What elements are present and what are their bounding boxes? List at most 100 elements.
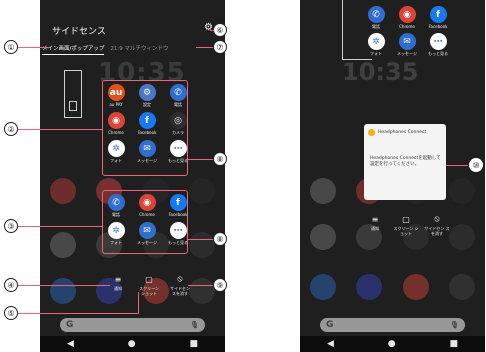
app-shortcut[interactable]: au au PAY [104,84,128,107]
mic-icon[interactable]: 🎙 [190,321,199,329]
back-icon[interactable]: ◀ [67,339,74,349]
phone-icon: ✆ [367,6,385,23]
app-label: もっと見る [168,158,188,163]
more-icon: ⋯ [429,33,447,50]
app-shortcut[interactable]: ◉ Chrome [395,6,419,29]
app-shortcut[interactable]: ✆ 電話 [364,6,388,29]
app-shortcut[interactable]: ✉ メッセージ [135,222,159,245]
quick-action-label: スクリーン ショット [393,226,419,236]
facebook-icon: f [138,112,156,129]
home-icon[interactable]: ● [388,339,396,349]
app-shortcut[interactable]: ✉ メッセージ [135,140,159,163]
recents-icon[interactable]: ■ [450,339,459,349]
app-label: Chrome [399,24,415,29]
app-grid-right: ✆ 電話 ◉ Chrome f Facebook ✲ フォト ✉ メッセージ ⋯ もっと見る [364,6,450,56]
quick-action[interactable]: ⦸ サイドセン スを消す [167,272,193,296]
callout-line [18,47,48,49]
app-shortcut[interactable]: ✲ フォト [104,140,128,163]
search-bar[interactable]: G 🎙 [320,318,465,332]
app-label: メッセージ [397,51,417,56]
headphones-connect-popup[interactable]: Headphones Connect Headphones Connectを起動… [364,124,446,200]
recents-icon[interactable]: ■ [190,339,199,349]
app-shortcut[interactable]: f Facebook [166,194,190,217]
mic-icon[interactable]: 🎙 [450,321,459,329]
callout-line [188,239,213,241]
chrome-icon: ◉ [398,6,416,23]
bg-app-icon [402,274,429,300]
callout-line [196,47,213,49]
phone-screen-right: 10:35 ✆ 電話 ◉ Chrome f Facebook ✲ フォト ✉ メッセージ ⋯ もっと見… [300,0,485,352]
app-shortcut[interactable]: ⋯ もっと見る [166,222,190,245]
home-icon[interactable]: ● [128,339,136,349]
app-shortcut[interactable]: ✲ フォト [104,222,128,245]
back-icon[interactable]: ◀ [327,339,334,349]
sidesense-title: サイドセンス [52,27,106,37]
nav-bar: ◀ ● ■ [40,336,225,352]
position-preview[interactable] [64,70,82,118]
bg-app-icon [50,278,77,304]
app-shortcut[interactable]: ✲ フォト [364,33,388,56]
settings-icon: ⚙ [138,84,156,101]
bg-app-icon [310,274,337,300]
app-shortcut[interactable]: f Facebook [426,6,450,29]
bg-app-icon [50,232,77,258]
app-label: メッセージ [137,240,157,245]
tab-main-popup[interactable]: メイン画面/ポップアップ [42,44,105,55]
popup-message: Headphones Connectを起動して設定を行ってください。 [370,156,441,167]
callout-line [188,285,213,287]
app-grid-bottom: ✆ 電話 ◉ Chrome f Facebook ✲ フォト ✉ メッセージ ⋯ もっと見る [104,194,190,245]
sidesense-off-icon: ⦸ [177,274,183,283]
app-shortcut[interactable]: ◎ カメラ [166,112,190,135]
app-shortcut[interactable]: ◉ Chrome [104,112,128,135]
app-shortcut[interactable]: ⋯ もっと見る [426,33,450,56]
bg-app-icon [310,224,337,250]
quick-action[interactable]: ▢ スクリーン ショット [393,212,419,237]
phone-icon: ✆ [169,84,187,101]
callout-line [446,165,468,167]
search-bar[interactable]: G 🎙 [60,318,205,332]
app-shortcut[interactable]: ⚙ 設定 [135,84,159,107]
chrome-icon: ◉ [107,112,125,129]
callout-10: ⑩ [468,157,484,173]
messages-icon: ✉ [398,33,416,50]
app-shortcut[interactable]: ✆ 電話 [166,84,190,107]
app-shortcut[interactable]: f Facebook [135,112,159,135]
screenshot-icon: ▢ [402,214,410,224]
app-label: Facebook [168,212,188,217]
app-label: もっと見る [168,240,188,245]
app-shortcut[interactable]: ✉ メッセージ [395,33,419,56]
settings-gear-icon[interactable]: ⚙ [204,22,213,33]
app-label: Facebook [428,24,448,29]
quick-action[interactable]: ▢ スクリーン ショット [136,272,162,297]
lockscreen-clock: 10:35 [342,58,419,86]
quick-action[interactable]: ⦸ サイドセン スを消す [424,212,450,236]
app-label: 電話 [174,102,182,107]
callout-2: ② [4,122,18,136]
app-label: Facebook [137,130,157,135]
callout-6: ⑥ [213,23,227,37]
callout-line [18,285,110,287]
callout-line [188,159,213,161]
callout-7: ⑦ [213,40,227,54]
app-label: Chrome [139,212,155,217]
app-grid-top: au au PAY ⚙ 設定 ✆ 電話 ◉ Chrome f Facebook ◎ カメラ ✲ フォト ✉ メ… [104,84,190,163]
more-icon: ⋯ [169,222,187,239]
quick-action[interactable]: ≡ 通知 [362,212,388,236]
facebook-icon: f [169,194,187,211]
app-shortcut[interactable]: ◉ Chrome [135,194,159,217]
callout-line [18,129,102,131]
notification-icon: ≡ [114,274,122,284]
app-label: フォト [110,158,122,163]
camera-icon: ◎ [169,112,187,129]
bg-app-icon [188,178,215,204]
quick-action[interactable]: ≡ 通知 [105,272,131,296]
app-shortcut[interactable]: ✆ 電話 [104,194,128,217]
app-label: もっと見る [428,51,448,56]
tab-multi-window[interactable]: 21:9 マルチウィンドウ [110,44,168,55]
callout-line [18,226,102,228]
app-shortcut[interactable]: ⋯ もっと見る [166,140,190,163]
nav-bar: ◀ ● ■ [300,336,485,352]
bg-app-row [300,274,485,300]
bg-app-icon [310,178,337,204]
bg-app-icon [188,232,215,258]
